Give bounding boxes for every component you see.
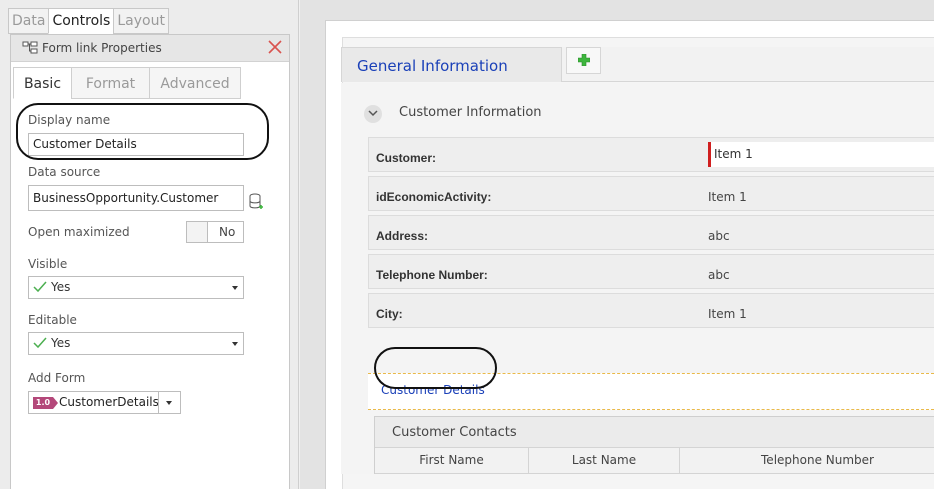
tab-controls[interactable]: Controls (48, 8, 114, 34)
field-row-customer[interactable]: Customer: Item 1 (368, 137, 934, 172)
toggle-knob (187, 222, 208, 242)
collapse-chevron[interactable] (364, 105, 382, 123)
customer-details-link[interactable]: Customer Details (381, 383, 485, 397)
tab-general-information[interactable]: General Information (341, 47, 562, 82)
properties-header: Form link Properties (11, 35, 289, 62)
field-row-telephone[interactable]: Telephone Number: abc (368, 254, 934, 289)
form-link-icon (22, 41, 38, 54)
open-maximized-toggle[interactable]: No (186, 221, 244, 243)
field-value-input[interactable]: Item 1 (708, 142, 934, 167)
database-add-icon[interactable] (249, 193, 263, 211)
field-label: idEconomicActivity: (376, 190, 492, 204)
form-designer-canvas: General Information Customer Information (300, 0, 934, 489)
tab-layout[interactable]: Layout (113, 8, 169, 34)
tab-basic[interactable]: Basic (13, 67, 71, 99)
properties-panel: Data Controls Layout Form link Propertie… (0, 0, 299, 489)
column-header-first-name[interactable]: First Name (375, 448, 529, 474)
field-value: abc (708, 268, 730, 282)
canvas-frame: General Information Customer Information (325, 20, 934, 489)
chevron-down-icon[interactable] (166, 401, 172, 405)
field-row-ideconomicactivity[interactable]: idEconomicActivity: Item 1 (368, 176, 934, 211)
form-link-row[interactable]: Customer Details (368, 373, 934, 410)
visible-value: Yes (51, 280, 71, 294)
grid-title: Customer Contacts (392, 425, 517, 440)
field-value: Item 1 (708, 307, 747, 321)
field-label: City: (376, 307, 403, 321)
visible-label: Visible (28, 257, 68, 271)
customer-contacts-grid: Customer Contacts First Name Last Name T… (374, 416, 934, 474)
form-link-properties-box: Form link Properties Basic Format Advanc… (10, 34, 290, 489)
editable-label: Editable (28, 313, 77, 327)
customer-information-section-header[interactable]: Customer Information (361, 100, 934, 126)
tab-general-information-label: General Information (357, 57, 508, 75)
column-header-last-name[interactable]: Last Name (529, 448, 680, 474)
panel-top-tabs: Data Controls Layout (8, 8, 169, 34)
editable-value: Yes (51, 336, 71, 350)
field-value: Item 1 (708, 190, 747, 204)
properties-sub-tabs: Basic Format Advanced (13, 67, 241, 99)
add-form-label: Add Form (28, 371, 86, 385)
field-row-address[interactable]: Address: abc (368, 215, 934, 250)
toggle-value: No (219, 225, 236, 239)
version-badge: 1.0 (33, 397, 58, 409)
data-source-input[interactable]: BusinessOpportunity.Customer (28, 185, 244, 211)
checkmark-icon (33, 281, 47, 293)
open-maximized-label: Open maximized (28, 225, 130, 239)
dropdown-separator (158, 392, 159, 413)
field-label: Address: (376, 229, 429, 243)
field-label: Customer: (376, 151, 437, 165)
add-form-select[interactable]: 1.0 CustomerDetails (28, 391, 181, 414)
general-information-tab-body: Customer Information Customer: Item 1 id… (341, 83, 934, 474)
editable-select[interactable]: Yes (28, 332, 244, 355)
properties-title: Form link Properties (42, 41, 162, 55)
display-name-input[interactable]: Customer Details (28, 133, 244, 156)
field-label: Telephone Number: (376, 268, 488, 282)
visible-select[interactable]: Yes (28, 276, 244, 299)
grid-header: First Name Last Name Telephone Number (375, 447, 934, 474)
checkmark-icon (33, 337, 47, 349)
section-title: Customer Information (399, 105, 542, 120)
chevron-down-icon (232, 286, 238, 290)
close-icon[interactable] (265, 37, 285, 57)
plus-icon (578, 54, 590, 66)
field-value: abc (708, 229, 730, 243)
data-source-label: Data source (28, 165, 101, 179)
add-form-value: CustomerDetails (59, 395, 159, 409)
form-tab-strip: General Information (341, 47, 934, 82)
field-row-city[interactable]: City: Item 1 (368, 293, 934, 328)
chevron-down-icon (232, 342, 238, 346)
tab-format[interactable]: Format (71, 67, 149, 99)
column-header-telephone-number[interactable]: Telephone Number (680, 448, 934, 474)
display-name-label: Display name (28, 113, 111, 127)
tab-data[interactable]: Data (8, 8, 49, 34)
add-tab-button[interactable] (566, 47, 601, 74)
tab-advanced[interactable]: Advanced (149, 67, 241, 99)
chevron-down-icon (368, 110, 378, 117)
